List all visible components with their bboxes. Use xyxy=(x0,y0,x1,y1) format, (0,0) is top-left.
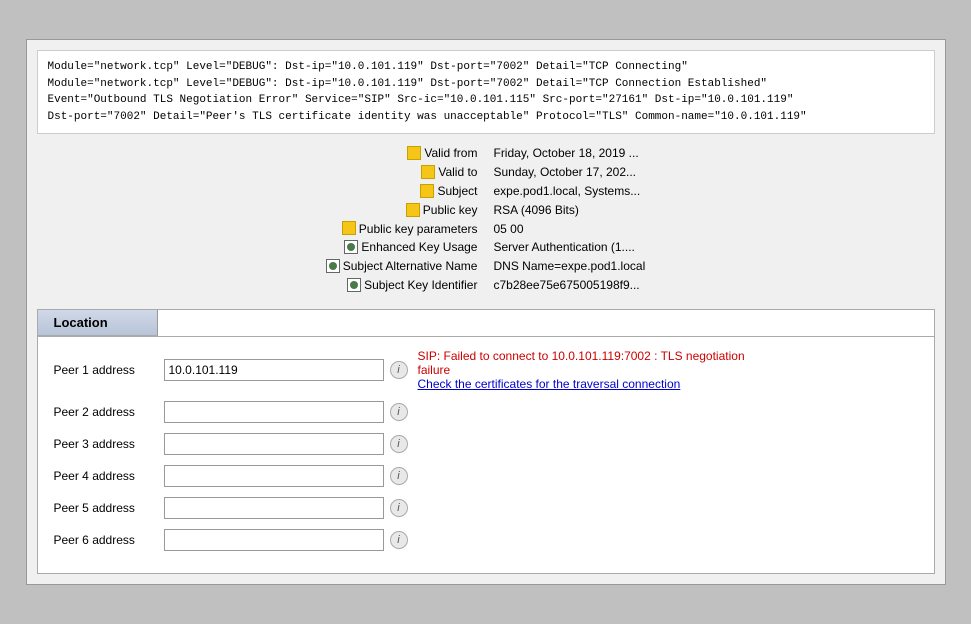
cert-row: Subject Alternative Name DNS Name=expe.po… xyxy=(318,257,654,276)
cert-row: Valid to Sunday, October 17, 202... xyxy=(318,163,654,182)
info-icon-1[interactable]: i xyxy=(390,361,408,379)
info-icon-4[interactable]: i xyxy=(390,467,408,485)
tab-bar: Location xyxy=(38,310,934,337)
peer-row: Peer 6 address i xyxy=(54,529,918,551)
cert-label-cell: Subject Key Identifier xyxy=(318,276,486,295)
peer-input-4[interactable] xyxy=(164,465,384,487)
cert-value: Server Authentication (1.... xyxy=(485,238,653,257)
peer-label: Peer 2 address xyxy=(54,405,164,419)
cert-label: Valid to xyxy=(438,165,477,179)
peer-input-5[interactable] xyxy=(164,497,384,519)
cert-row: Valid from Friday, October 18, 2019 ... xyxy=(318,144,654,163)
info-icon-2[interactable]: i xyxy=(390,403,408,421)
cert-value: Sunday, October 17, 202... xyxy=(485,163,653,182)
location-tab[interactable]: Location xyxy=(38,310,158,336)
cert-label: Public key xyxy=(423,203,478,217)
cert-label: Subject xyxy=(437,184,477,198)
peer-label: Peer 6 address xyxy=(54,533,164,547)
peer-row: Peer 4 address i xyxy=(54,465,918,487)
info-icon-6[interactable]: i xyxy=(390,531,408,549)
cert-label-cell: Subject xyxy=(318,182,486,201)
peer-row: Peer 3 address i xyxy=(54,433,918,455)
location-content: Peer 1 address i SIP: Failed to connect to… xyxy=(38,337,934,573)
cert-label: Subject Alternative Name xyxy=(343,259,478,273)
cert-label-cell: Enhanced Key Usage xyxy=(318,238,486,257)
cert-value: c7b28ee75e675005198f9... xyxy=(485,276,653,295)
cert-value: Friday, October 18, 2019 ... xyxy=(485,144,653,163)
peer-input-2[interactable] xyxy=(164,401,384,423)
info-icon-5[interactable]: i xyxy=(390,499,408,517)
green-icon xyxy=(347,278,361,292)
cert-row: Subject Key Identifier c7b28ee75e67500519… xyxy=(318,276,654,295)
main-container: Module="network.tcp" Level="DEBUG": Dst-… xyxy=(26,39,946,585)
cert-value: DNS Name=expe.pod1.local xyxy=(485,257,653,276)
location-section: Location Peer 1 address i SIP: Failed to c… xyxy=(37,309,935,574)
cert-row: Enhanced Key Usage Server Authentication … xyxy=(318,238,654,257)
error-link[interactable]: Check the certificates for the traversal… xyxy=(418,377,778,391)
cert-value: expe.pod1.local, Systems... xyxy=(485,182,653,201)
yellow-icon xyxy=(342,221,356,235)
cert-row: Public key parameters 05 00 xyxy=(318,220,654,239)
green-icon xyxy=(344,240,358,254)
error-message: SIP: Failed to connect to 10.0.101.119:7… xyxy=(418,349,778,391)
cert-row: Subject expe.pod1.local, Systems... xyxy=(318,182,654,201)
cert-label-cell: Valid to xyxy=(318,163,486,182)
log-line-3: Event="Outbound TLS Negotiation Error" S… xyxy=(48,92,924,109)
log-section: Module="network.tcp" Level="DEBUG": Dst-… xyxy=(37,50,935,134)
log-line-2: Module="network.tcp" Level="DEBUG": Dst-… xyxy=(48,76,924,93)
peer-label: Peer 4 address xyxy=(54,469,164,483)
cert-label: Valid from xyxy=(424,146,477,160)
peer-row: Peer 1 address i SIP: Failed to connect to… xyxy=(54,349,918,391)
peer-label: Peer 3 address xyxy=(54,437,164,451)
cert-label: Subject Key Identifier xyxy=(364,278,477,292)
log-line-1: Module="network.tcp" Level="DEBUG": Dst-… xyxy=(48,59,924,76)
cert-label-cell: Subject Alternative Name xyxy=(318,257,486,276)
cert-label-cell: Public key xyxy=(318,201,486,220)
peer-input-6[interactable] xyxy=(164,529,384,551)
yellow-icon xyxy=(420,184,434,198)
yellow-icon xyxy=(421,165,435,179)
cert-table: Valid fromFriday, October 18, 2019 ...Va… xyxy=(318,144,654,295)
yellow-icon xyxy=(407,146,421,160)
cert-label-cell: Public key parameters xyxy=(318,220,486,239)
cert-value: 05 00 xyxy=(485,220,653,239)
log-line-4: Dst-port="7002" Detail="Peer's TLS certi… xyxy=(48,109,924,126)
peer-label: Peer 5 address xyxy=(54,501,164,515)
cert-label: Enhanced Key Usage xyxy=(361,240,477,254)
cert-label: Public key parameters xyxy=(359,222,478,236)
info-icon-3[interactable]: i xyxy=(390,435,408,453)
error-text: SIP: Failed to connect to 10.0.101.119:7… xyxy=(418,349,745,377)
cert-row: Public key RSA (4096 Bits) xyxy=(318,201,654,220)
yellow-icon xyxy=(406,203,420,217)
cert-label-cell: Valid from xyxy=(318,144,486,163)
peer-input-3[interactable] xyxy=(164,433,384,455)
peer-row: Peer 2 address i xyxy=(54,401,918,423)
cert-value: RSA (4096 Bits) xyxy=(485,201,653,220)
peer-input-1[interactable] xyxy=(164,359,384,381)
green-icon xyxy=(326,259,340,273)
peer-row: Peer 5 address i xyxy=(54,497,918,519)
peer-label: Peer 1 address xyxy=(54,363,164,377)
